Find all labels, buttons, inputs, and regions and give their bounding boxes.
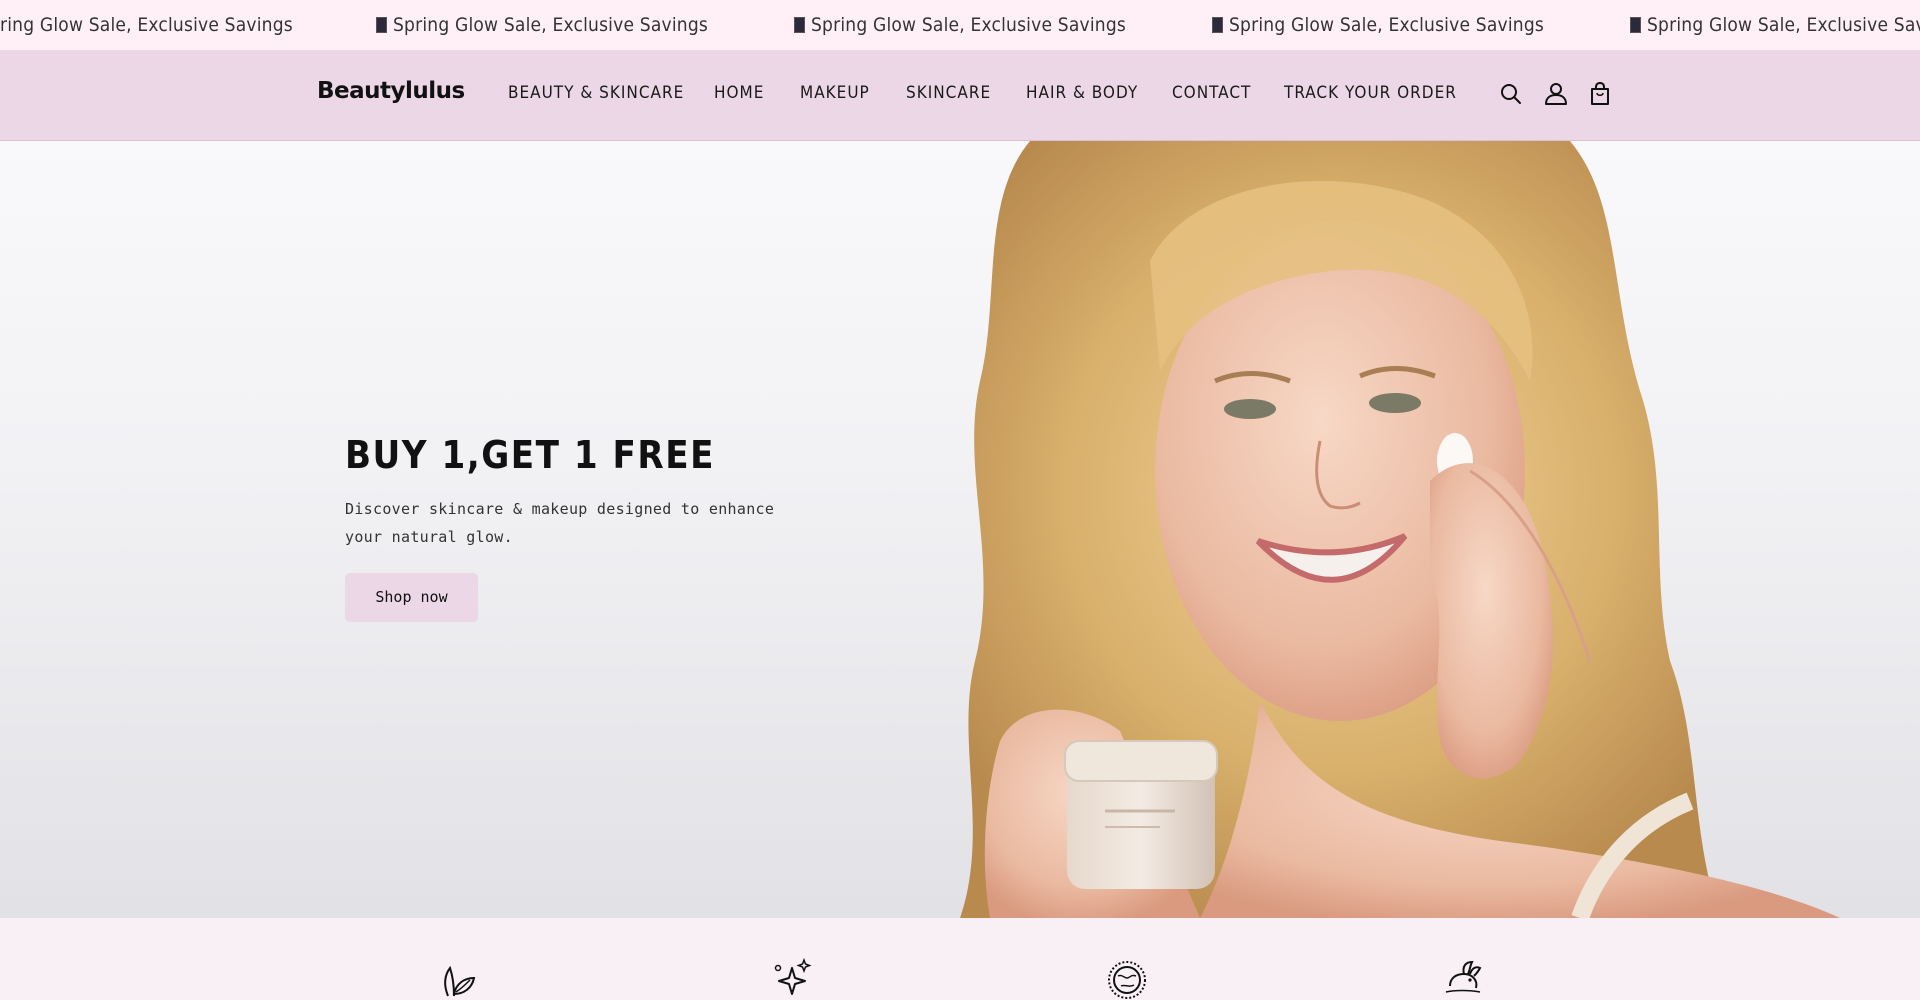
missing-glyph-icon (1212, 17, 1223, 33)
hero-title: BUY 1,GET 1 FREE (345, 433, 715, 477)
announcement-text: Spring Glow Sale, Exclusive Savi (1647, 14, 1920, 36)
missing-glyph-icon (1630, 17, 1641, 33)
announcement-item: Spring Glow Sale, Exclusive Savings (1212, 0, 1544, 50)
announcement-text: Spring Glow Sale, Exclusive Savings (811, 14, 1126, 36)
announcement-item: Spring Glow Sale, Exclusive Savi (1630, 0, 1920, 50)
account-icon[interactable] (1542, 80, 1570, 108)
cart-icon[interactable] (1586, 80, 1614, 108)
missing-glyph-icon (794, 17, 805, 33)
nav-item-home[interactable]: HOME (714, 83, 764, 103)
features-strip (0, 918, 1920, 999)
bunny-icon (1445, 960, 1482, 993)
announcement-item: ring Glow Sale, Exclusive Savings (0, 0, 293, 50)
sparkle-icon (774, 957, 812, 995)
missing-glyph-icon (376, 17, 387, 33)
nav-item-track-order[interactable]: TRACK YOUR ORDER (1284, 83, 1457, 103)
announcement-bar: ring Glow Sale, Exclusive Savings Spring… (0, 0, 1920, 50)
globe-icon (1108, 961, 1146, 999)
hero-banner: BUY 1,GET 1 FREE Discover skincare & mak… (0, 141, 1920, 918)
shop-now-button[interactable]: Shop now (345, 573, 478, 622)
leaf-icon (444, 965, 476, 997)
announcement-text: ring Glow Sale, Exclusive Savings (0, 14, 293, 36)
nav-item-contact[interactable]: CONTACT (1172, 83, 1251, 103)
announcement-text: Spring Glow Sale, Exclusive Savings (1229, 14, 1544, 36)
hero-subtitle: Discover skincare & makeup designed to e… (345, 500, 775, 546)
hero-image (960, 141, 1840, 918)
announcement-item: Spring Glow Sale, Exclusive Savings (376, 0, 708, 50)
nav-item-skincare[interactable]: SKINCARE (906, 83, 991, 103)
nav-item-beauty-skincare[interactable]: BEAUTY & SKINCARE (508, 83, 684, 103)
logo[interactable]: Beautylulus (317, 78, 465, 104)
announcement-item: Spring Glow Sale, Exclusive Savings (794, 0, 1126, 50)
announcement-text: Spring Glow Sale, Exclusive Savings (393, 14, 708, 36)
search-icon[interactable] (1497, 80, 1525, 108)
nav-item-hair-body[interactable]: HAIR & BODY (1026, 83, 1138, 103)
hero-content: BUY 1,GET 1 FREE Discover skincare & mak… (345, 433, 805, 622)
site-header: Beautylulus BEAUTY & SKINCARE HOME MAKEU… (0, 50, 1920, 141)
nav-item-makeup[interactable]: MAKEUP (800, 83, 870, 103)
